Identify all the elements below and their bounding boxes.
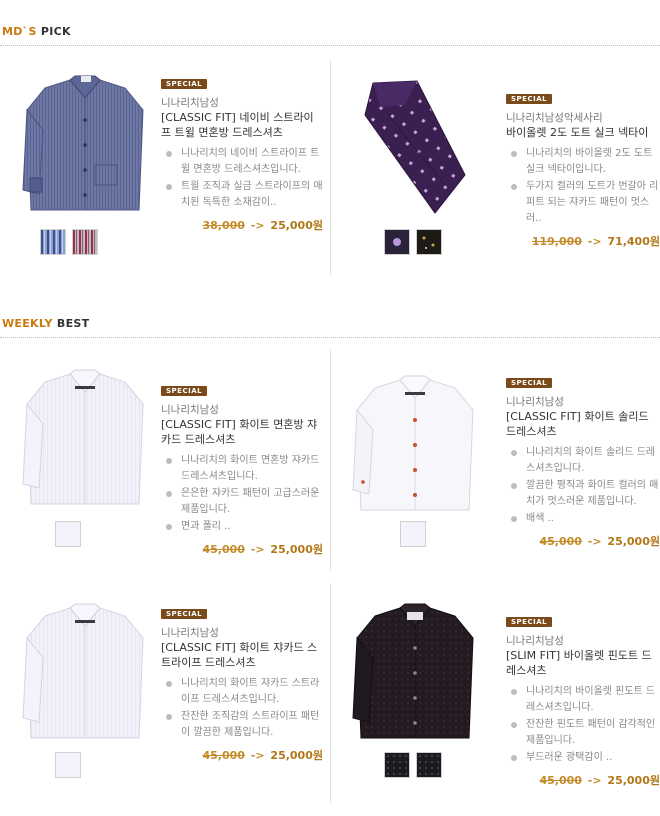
product-description: 니나리치의 화이트 쟈카드 스트라이프 드레스셔츠입니다. 잔잔한 조직감의 스… xyxy=(161,676,323,741)
product-name[interactable]: 바이올렛 2도 도트 실크 넥타이 xyxy=(506,125,660,140)
special-badge: SPECIAL xyxy=(506,378,553,388)
brand-name: 니나리치남성 xyxy=(506,635,564,647)
color-swatches xyxy=(55,521,81,547)
description-item: 부드러운 광택감이 .. xyxy=(506,750,660,766)
product-description: 니나리치의 화이트 솔리드 드레스셔츠입니다. 깔끔한 평직과 화이트 컬러의 … xyxy=(506,445,660,527)
special-badge: SPECIAL xyxy=(506,617,553,627)
swatch-black-dot[interactable] xyxy=(384,752,410,778)
sale-price: 25,000원 xyxy=(270,543,323,556)
product-image[interactable] xyxy=(15,598,155,763)
brand-name: 니나리치남성 xyxy=(161,627,219,639)
price-arrow: -> xyxy=(587,235,602,248)
color-swatches xyxy=(384,229,442,255)
section-title-weekly-best: WEEKLY BEST xyxy=(2,317,90,330)
price-arrow: -> xyxy=(587,535,602,548)
description-item: 니나리치의 바이올렛 2도 도트 실크 넥타이입니다. xyxy=(506,146,660,178)
product-description: 니나리치의 화이트 면혼방 쟈카드 드레스셔츠입니다. 은은한 쟈카드 패턴이 … xyxy=(161,453,323,535)
product-info: SPECIAL 니나리치남성 [CLASSIC FIT] 화이트 쟈카드 스트라… xyxy=(161,601,323,763)
description-item: 니나리치의 화이트 쟈카드 스트라이프 드레스셔츠입니다. xyxy=(161,676,323,708)
product-info: SPECIAL 니나리치남성 [CLASSIC FIT] 화이트 면혼방 쟈카드… xyxy=(161,378,323,557)
description-item: 니나리치의 화이트 솔리드 드레스셔츠입니다. xyxy=(506,445,660,477)
product-name[interactable]: [CLASSIC FIT] 화이트 면혼방 쟈카드 드레스셔츠 xyxy=(161,417,323,447)
price: 119,000 -> 71,400원 xyxy=(506,233,660,249)
brand-name: 니나리치남성 xyxy=(161,97,219,109)
original-price: 45,000 xyxy=(202,749,245,762)
swatch-white[interactable] xyxy=(400,521,426,547)
product-image[interactable] xyxy=(15,364,155,529)
original-price: 45,000 xyxy=(202,543,245,556)
description-item: 트윌 조직과 실금 스트라이프의 매치된 독특한 소재감이.. xyxy=(161,179,323,211)
price-arrow: -> xyxy=(250,219,265,232)
product-name[interactable]: [CLASSIC FIT] 네이비 스트라이프 트윌 면혼방 드레스셔츠 xyxy=(161,110,323,140)
description-item: 두가지 컬러의 도트가 번갈아 리피트 되는 쟈카드 패턴이 멋스러.. xyxy=(506,179,660,227)
product-info: SPECIAL 니나리치남성 [SLIM FIT] 바이올렛 핀도트 드레스셔츠… xyxy=(506,609,660,788)
description-item: 깔끔한 평직과 화이트 컬러의 매치가 멋스러운 제품입니다. xyxy=(506,478,660,510)
section-title-mds-pick: MD`S PICK xyxy=(2,25,71,38)
product-description: 니나리치의 바이올렛 핀도트 드레스셔츠입니다. 잔잔한 핀도트 패턴이 감각적… xyxy=(506,684,660,766)
price: 45,000 -> 25,000원 xyxy=(506,533,660,549)
special-badge: SPECIAL xyxy=(161,386,208,396)
brand-name: 니나리치남성악세사리 xyxy=(506,112,603,124)
product-name[interactable]: [SLIM FIT] 바이올렛 핀도트 드레스셔츠 xyxy=(506,648,660,678)
swatch-red-stripe[interactable] xyxy=(72,229,98,255)
description-item: 니나리치의 바이올렛 핀도트 드레스셔츠입니다. xyxy=(506,684,660,716)
price: 38,000 -> 25,000원 xyxy=(161,217,323,233)
product-image[interactable] xyxy=(15,70,155,235)
description-item: 잔잔한 조직감의 스트라이프 패턴이 깔끔한 제품입니다. xyxy=(161,709,323,741)
swatch-white[interactable] xyxy=(55,521,81,547)
original-price: 38,000 xyxy=(202,219,245,232)
description-item: 잔잔한 핀도트 패턴이 감각적인 제품입니다. xyxy=(506,717,660,749)
swatch-violet-dot[interactable] xyxy=(384,229,410,255)
sale-price: 25,000원 xyxy=(270,219,323,232)
product-image[interactable] xyxy=(345,75,485,240)
color-swatches xyxy=(55,752,81,778)
special-badge: SPECIAL xyxy=(161,609,208,619)
section-divider xyxy=(0,45,660,46)
price-arrow: -> xyxy=(250,543,265,556)
original-price: 119,000 xyxy=(531,235,582,248)
swatch-gold-dot[interactable] xyxy=(416,229,442,255)
price: 45,000 -> 25,000원 xyxy=(506,772,660,788)
special-badge: SPECIAL xyxy=(161,79,208,89)
price: 45,000 -> 25,000원 xyxy=(161,541,323,557)
column-divider xyxy=(330,350,331,570)
color-swatches xyxy=(384,752,442,778)
description-item: 니나리치의 화이트 면혼방 쟈카드 드레스셔츠입니다. xyxy=(161,453,323,485)
color-swatches xyxy=(400,521,426,547)
price-arrow: -> xyxy=(250,749,265,762)
brand-name: 니나리치남성 xyxy=(506,396,564,408)
product-description: 니나리치의 바이올렛 2도 도트 실크 넥타이입니다. 두가지 컬러의 도트가 … xyxy=(506,146,660,227)
column-divider xyxy=(330,583,331,803)
description-item: 은은한 쟈카드 패턴이 고급스러운 제품입니다. xyxy=(161,486,323,518)
brand-name: 니나리치남성 xyxy=(161,404,219,416)
swatch-blue-stripe[interactable] xyxy=(40,229,66,255)
special-badge: SPECIAL xyxy=(506,94,553,104)
original-price: 45,000 xyxy=(539,535,582,548)
product-image[interactable] xyxy=(345,598,485,763)
sale-price: 25,000원 xyxy=(607,535,660,548)
original-price: 45,000 xyxy=(539,774,582,787)
product-info: SPECIAL 니나리치남성 [CLASSIC FIT] 네이비 스트라이프 트… xyxy=(161,71,323,233)
product-description: 니나리치의 네이비 스트라이프 트윌 면혼방 드레스셔츠입니다. 트윌 조직과 … xyxy=(161,146,323,211)
price-arrow: -> xyxy=(587,774,602,787)
product-image[interactable] xyxy=(345,370,485,535)
section-divider xyxy=(0,337,660,338)
swatch-black-dot[interactable] xyxy=(416,752,442,778)
description-item: 배색 .. xyxy=(506,511,660,527)
sale-price: 25,000원 xyxy=(607,774,660,787)
product-info: SPECIAL 니나리치남성 [CLASSIC FIT] 화이트 솔리드 드레스… xyxy=(506,370,660,549)
description-item: 니나리치의 네이비 스트라이프 트윌 면혼방 드레스셔츠입니다. xyxy=(161,146,323,178)
price: 45,000 -> 25,000원 xyxy=(161,747,323,763)
swatch-white[interactable] xyxy=(55,752,81,778)
product-info: SPECIAL 니나리치남성악세사리 바이올렛 2도 도트 실크 넥타이 니나리… xyxy=(506,86,660,249)
sale-price: 71,400원 xyxy=(607,235,660,248)
description-item: 면과 폴리 .. xyxy=(161,519,323,535)
sale-price: 25,000원 xyxy=(270,749,323,762)
product-name[interactable]: [CLASSIC FIT] 화이트 쟈카드 스트라이프 드레스셔츠 xyxy=(161,640,323,670)
product-name[interactable]: [CLASSIC FIT] 화이트 솔리드 드레스셔츠 xyxy=(506,409,660,439)
color-swatches xyxy=(40,229,98,255)
column-divider xyxy=(330,60,331,275)
